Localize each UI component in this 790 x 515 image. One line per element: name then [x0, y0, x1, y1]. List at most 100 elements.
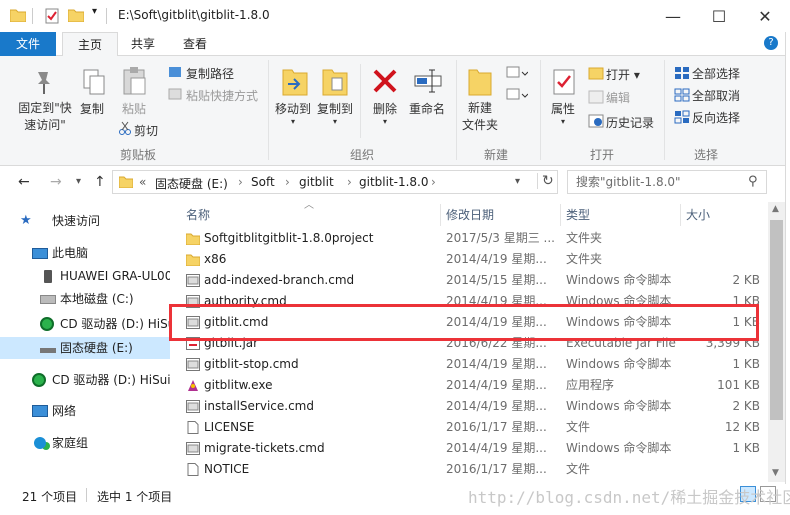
new-folder-button[interactable]: 新建 文件夹: [458, 100, 502, 134]
scroll-down-icon[interactable]: ▼: [772, 468, 779, 478]
vertical-scrollbar[interactable]: ▲ ▼: [768, 202, 785, 482]
file-type: 文件夹: [566, 231, 603, 245]
back-icon[interactable]: ←: [18, 174, 30, 190]
customize-quick-access-icon[interactable]: ▾: [92, 6, 97, 17]
close-button[interactable]: ✕: [742, 0, 788, 32]
paste-button[interactable]: 粘贴: [120, 100, 148, 117]
address-field[interactable]: « 固态硬盘 (E:) › Soft › gitblit › gitblit-1…: [112, 170, 558, 194]
copy-button[interactable]: 复制: [78, 100, 106, 117]
minimize-button[interactable]: —: [650, 0, 696, 32]
delete-button[interactable]: 删除 ▾: [368, 100, 402, 126]
delete-label: 删除: [372, 102, 397, 116]
copy-path-button[interactable]: 复制路径: [186, 65, 234, 82]
select-none-button[interactable]: 全部取消: [692, 87, 740, 104]
search-icon[interactable]: ⚲: [748, 174, 758, 189]
column-header-size[interactable]: 大小: [686, 206, 710, 223]
hisuite-icon: [32, 373, 46, 387]
column-header-type[interactable]: 类型: [566, 206, 590, 223]
column-divider[interactable]: [680, 204, 681, 226]
file-type: Windows 命令脚本: [566, 399, 672, 413]
nav-item-drive-e[interactable]: 固态硬盘 (E:): [0, 337, 170, 359]
ribbon-help-icon[interactable]: ?: [764, 36, 778, 50]
open-button[interactable]: 打开 ▾: [606, 66, 640, 83]
chevron-right-icon[interactable]: ›: [431, 175, 436, 189]
invert-selection-button[interactable]: 反向选择: [692, 109, 740, 126]
breadcrumb-soft[interactable]: Soft: [251, 175, 275, 189]
nav-item-huawei[interactable]: HUAWEI GRA-UL00: [0, 265, 170, 287]
breadcrumb-drive[interactable]: 固态硬盘 (E:): [155, 175, 228, 192]
file-type: Windows 命令脚本: [566, 441, 672, 455]
file-size: 101 KB: [717, 378, 760, 392]
nav-item-drive-c[interactable]: 本地磁盘 (C:): [0, 288, 170, 310]
column-divider[interactable]: [560, 204, 561, 226]
sort-ascending-icon: ︿: [304, 202, 314, 211]
chevron-right-icon[interactable]: ›: [285, 175, 290, 189]
folder-icon: [186, 254, 200, 266]
copy-to-button[interactable]: 复制到 ▾: [316, 100, 354, 126]
tab-home[interactable]: 主页: [62, 32, 118, 57]
chevron-right-icon[interactable]: ›: [238, 175, 243, 189]
nav-item-homegroup[interactable]: 家庭组: [0, 432, 170, 454]
recent-locations-icon[interactable]: ▾: [76, 176, 81, 187]
tab-share[interactable]: 共享: [120, 32, 166, 56]
search-input[interactable]: 搜索"gitblit-1.8.0": [567, 170, 767, 194]
tab-view[interactable]: 查看: [172, 32, 218, 56]
scroll-up-icon[interactable]: ▲: [772, 204, 779, 214]
ribbon-separator: [664, 60, 665, 160]
pin-icon: [38, 72, 50, 94]
file-row[interactable]: add-indexed-branch.cmd 2014/5/15 星期... Win…: [182, 270, 768, 291]
properties-button[interactable]: 属性 ▾: [546, 100, 580, 126]
column-header-name[interactable]: 名称: [186, 206, 210, 223]
file-row[interactable]: migrate-tickets.cmd 2014/4/19 星期... Window…: [182, 438, 768, 459]
file-row[interactable]: Softgitblitgitblit-1.8.0project 2017/5/3 …: [182, 228, 768, 249]
ribbon-tabs: 文件 主页 共享 查看 ?: [0, 32, 790, 57]
address-history-icon[interactable]: ▾: [515, 176, 520, 187]
file-list: ︿ 名称 修改日期 类型 大小 Softgitblitgitblit-1.8.0…: [174, 202, 768, 482]
properties-quick-icon[interactable]: [44, 8, 60, 24]
history-button[interactable]: 历史记录: [606, 114, 654, 131]
move-to-button[interactable]: 移动到 ▾: [274, 100, 312, 126]
exe-icon: [188, 380, 198, 391]
move-to-label: 移动到: [274, 102, 311, 116]
up-icon[interactable]: ↑: [94, 174, 106, 190]
edit-button[interactable]: 编辑: [606, 89, 630, 106]
cmd-icon: [186, 400, 200, 413]
new-item-icon[interactable]: [506, 66, 528, 80]
new-folder-label-2: 文件夹: [461, 118, 498, 132]
paste-shortcut-button[interactable]: 粘贴快捷方式: [186, 87, 258, 104]
breadcrumb-gitblit-version[interactable]: gitblit-1.8.0: [359, 175, 429, 189]
scroll-thumb[interactable]: [770, 220, 783, 420]
tab-file[interactable]: 文件: [0, 32, 56, 56]
file-row[interactable]: x86 2014/4/19 星期... 文件夹: [182, 249, 768, 270]
cut-button[interactable]: 剪切: [134, 122, 158, 139]
file-date: 2016/1/17 星期...: [446, 420, 547, 434]
rename-button[interactable]: 重命名: [406, 100, 448, 117]
file-row[interactable]: NOTICE 2016/1/17 星期... 文件: [182, 459, 768, 480]
refresh-icon[interactable]: ↻: [537, 173, 554, 189]
highlight-annotation: [169, 304, 759, 341]
nav-item-this-pc[interactable]: 此电脑: [0, 242, 170, 264]
nav-item-quick-access[interactable]: ★ 快速访问: [0, 210, 170, 232]
pin-quick-access-button[interactable]: 固定到"快 速访问": [10, 100, 80, 134]
file-row[interactable]: gitblit-stop.cmd 2014/4/19 星期... Windows 命…: [182, 354, 768, 375]
chevron-right-icon[interactable]: ›: [347, 175, 352, 189]
ribbon-separator: [268, 60, 269, 160]
file-size: 2 KB: [732, 273, 760, 287]
nav-item-cd-drive[interactable]: CD 驱动器 (D:) HiSuite: [0, 313, 170, 335]
file-type: Windows 命令脚本: [566, 357, 672, 371]
easy-access-icon[interactable]: [506, 88, 528, 102]
column-divider[interactable]: [440, 204, 441, 226]
file-row[interactable]: LICENSE 2016/1/17 星期... 文件 12 KB: [182, 417, 768, 438]
new-folder-quick-icon[interactable]: [68, 8, 84, 22]
file-row[interactable]: gitblitw.exe 2014/4/19 星期... 应用程序 101 KB: [182, 375, 768, 396]
properties-icon: [553, 69, 575, 95]
breadcrumb-gitblit[interactable]: gitblit: [299, 175, 334, 189]
column-header-date[interactable]: 修改日期: [446, 206, 494, 223]
nav-item-cd-drive-2[interactable]: CD 驱动器 (D:) HiSuite: [0, 369, 170, 391]
file-row[interactable]: installService.cmd 2014/4/19 星期... Windows…: [182, 396, 768, 417]
select-all-button[interactable]: 全部选择: [692, 65, 740, 82]
nav-item-network[interactable]: 网络: [0, 400, 170, 422]
maximize-button[interactable]: ☐: [696, 0, 742, 32]
folder-icon: [10, 9, 26, 22]
forward-icon[interactable]: →: [50, 174, 62, 190]
